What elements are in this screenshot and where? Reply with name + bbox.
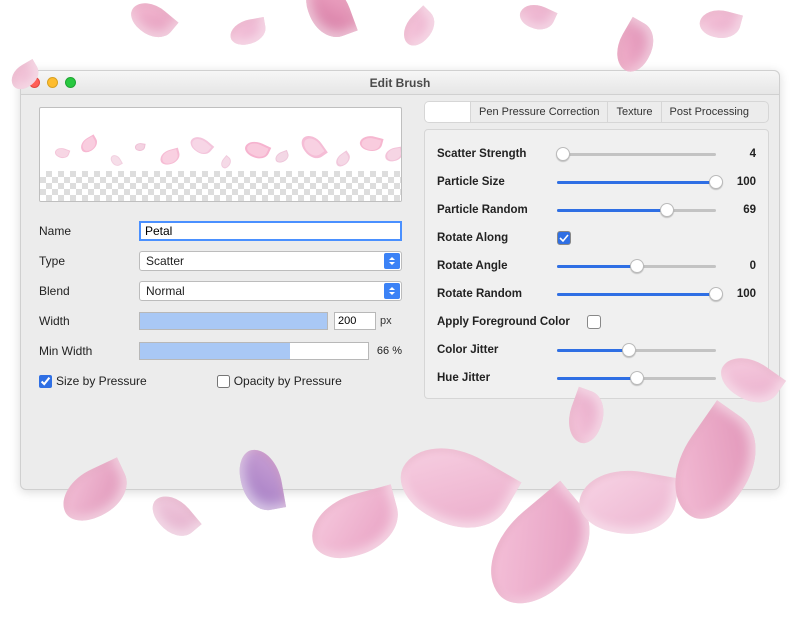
name-input[interactable]	[139, 221, 402, 241]
particle-random-slider[interactable]	[557, 203, 716, 217]
type-label: Type	[39, 254, 139, 268]
close-icon[interactable]	[29, 77, 40, 88]
apply-fg-checkbox[interactable]	[587, 315, 601, 329]
minwidth-bar[interactable]	[139, 342, 369, 360]
maximize-icon[interactable]	[65, 77, 76, 88]
tab-pen-pressure[interactable]: Pen Pressure Correction	[471, 102, 608, 122]
apply-fg-row: Apply Foreground Color	[437, 308, 756, 336]
left-panel: Name Type Scatter Blend Normal	[21, 95, 416, 489]
blend-label: Blend	[39, 284, 139, 298]
color-jitter-slider[interactable]	[557, 343, 716, 357]
window-title: Edit Brush	[21, 76, 779, 90]
check-icon	[559, 233, 569, 243]
rotate-angle-row: Rotate Angle 0	[437, 252, 756, 280]
width-bar[interactable]	[139, 312, 328, 330]
minwidth-value: 66 %	[377, 345, 402, 357]
scatter-strength-slider[interactable]	[557, 147, 716, 161]
window-controls	[29, 77, 76, 88]
brush-preview	[39, 107, 402, 202]
hue-jitter-row: Hue Jitter	[437, 364, 756, 392]
particle-size-slider[interactable]	[557, 175, 716, 189]
blend-select[interactable]: Normal	[139, 281, 402, 301]
hue-jitter-slider[interactable]	[557, 371, 716, 385]
edit-brush-window: Edit Brush	[20, 70, 780, 490]
chevron-updown-icon	[384, 253, 400, 269]
name-label: Name	[39, 224, 139, 238]
tab-general[interactable]	[425, 102, 471, 122]
titlebar[interactable]: Edit Brush	[21, 71, 779, 95]
content: Name Type Scatter Blend Normal	[21, 95, 779, 489]
particle-random-row: Particle Random 69	[437, 196, 756, 224]
width-value-input[interactable]	[334, 312, 376, 330]
color-jitter-row: Color Jitter	[437, 336, 756, 364]
type-value: Scatter	[146, 254, 184, 268]
right-panel: Pen Pressure Correction Texture Post Pro…	[416, 95, 779, 489]
width-label: Width	[39, 314, 139, 328]
tab-bar: Pen Pressure Correction Texture Post Pro…	[424, 101, 769, 123]
rotate-along-row: Rotate Along	[437, 224, 756, 252]
minwidth-label: Min Width	[39, 344, 139, 358]
brush-form: Name Type Scatter Blend Normal	[39, 218, 402, 394]
transparency-grid	[40, 171, 401, 201]
type-select[interactable]: Scatter	[139, 251, 402, 271]
blend-value: Normal	[146, 284, 185, 298]
size-by-pressure-checkbox[interactable]: Size by Pressure	[39, 374, 147, 388]
scatter-panel: Scatter Strength 4 Particle Size 100 Par…	[424, 129, 769, 399]
rotate-random-row: Rotate Random 100	[437, 280, 756, 308]
rotate-angle-slider[interactable]	[557, 259, 716, 273]
particle-size-row: Particle Size 100	[437, 168, 756, 196]
chevron-updown-icon	[384, 283, 400, 299]
opacity-by-pressure-checkbox[interactable]: Opacity by Pressure	[217, 374, 342, 388]
tab-post-processing[interactable]: Post Processing	[662, 102, 757, 122]
rotate-random-slider[interactable]	[557, 287, 716, 301]
rotate-along-checkbox[interactable]	[557, 231, 571, 245]
minimize-icon[interactable]	[47, 77, 58, 88]
scatter-strength-row: Scatter Strength 4	[437, 140, 756, 168]
tab-texture[interactable]: Texture	[608, 102, 661, 122]
width-unit: px	[380, 315, 402, 327]
